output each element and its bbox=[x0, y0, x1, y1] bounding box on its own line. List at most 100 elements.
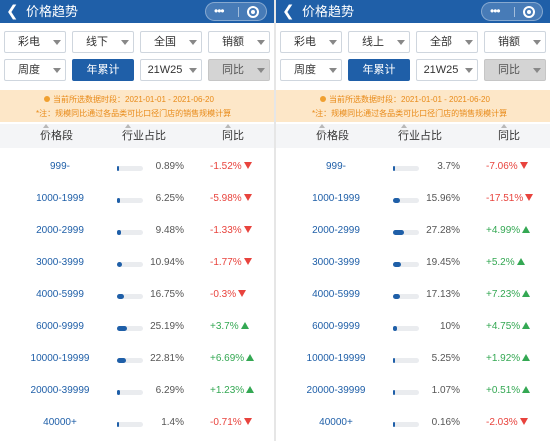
industry-share-value: 17.13% bbox=[426, 289, 460, 300]
screens: ❮ 价格趋势 ••• 彩电 线下 全国 销额 周度 年累计 21W25 同比 当… bbox=[0, 0, 550, 441]
yoy-change: -1.33% bbox=[210, 225, 252, 236]
week-value: 21W25 bbox=[147, 64, 183, 76]
share-bar bbox=[117, 166, 143, 171]
header-bar: ❮ 价格趋势 ••• bbox=[276, 0, 550, 23]
period-type-select[interactable]: 周度 bbox=[4, 59, 66, 81]
price-range-label: 3000-3999 bbox=[312, 257, 360, 268]
chevron-down-icon bbox=[53, 40, 61, 45]
close-target-icon[interactable] bbox=[247, 6, 259, 18]
filter-panel: 彩电 线上 全部 销额 周度 年累计 21W25 同比 bbox=[276, 31, 550, 87]
table-row[interactable]: 999- 0.89% -1.52% bbox=[0, 152, 274, 184]
chevron-down-icon bbox=[465, 40, 473, 45]
yoy-change: +4.75% bbox=[486, 321, 531, 332]
arrow-up-icon bbox=[522, 354, 531, 361]
period-type-select[interactable]: 周度 bbox=[280, 59, 342, 81]
arrow-down-icon bbox=[243, 418, 252, 425]
region-value: 全国 bbox=[154, 36, 176, 48]
yoy-change: -1.52% bbox=[210, 161, 252, 172]
table-row[interactable]: 999- 3.7% -7.06% bbox=[276, 152, 550, 184]
share-bar bbox=[393, 166, 419, 171]
period-type-value: 周度 bbox=[18, 64, 40, 76]
capsule-divider bbox=[238, 7, 239, 17]
share-bar-fill bbox=[393, 326, 398, 331]
share-bar bbox=[117, 326, 143, 331]
notice-footnote: *注：规模同比通过各品类可比口径门店的销售规模计算 bbox=[312, 109, 508, 118]
price-range-label: 10000-19999 bbox=[30, 353, 90, 364]
yoy-value: +3.7% bbox=[210, 321, 239, 332]
share-bar bbox=[393, 390, 419, 395]
share-bar-fill bbox=[393, 262, 402, 267]
table-row[interactable]: 2000-2999 27.28% +4.99% bbox=[276, 216, 550, 248]
table-row[interactable]: 3000-3999 10.94% -1.77% bbox=[0, 248, 274, 280]
share-bar bbox=[117, 390, 143, 395]
channel-select[interactable]: 线下 bbox=[72, 31, 134, 53]
back-icon[interactable]: ❮ bbox=[6, 2, 20, 21]
chevron-down-icon bbox=[397, 40, 405, 45]
table-row[interactable]: 6000-9999 10% +4.75% bbox=[276, 312, 550, 344]
table-row[interactable]: 10000-19999 22.81% +6.69% bbox=[0, 344, 274, 376]
share-bar-fill bbox=[393, 358, 396, 363]
back-icon[interactable]: ❮ bbox=[282, 2, 296, 21]
category-select[interactable]: 彩电 bbox=[280, 31, 342, 53]
close-target-icon[interactable] bbox=[523, 6, 535, 18]
chevron-down-icon bbox=[189, 40, 197, 45]
share-bar-fill bbox=[393, 166, 395, 171]
page-title: 价格趋势 bbox=[26, 4, 79, 19]
metric-select[interactable]: 销额 bbox=[484, 31, 546, 53]
more-icon[interactable]: ••• bbox=[214, 3, 225, 20]
region-select[interactable]: 全部 bbox=[416, 31, 478, 53]
table-row[interactable]: 40000+ 1.4% -0.71% bbox=[0, 408, 274, 440]
notice-footnote: *注：规模同比通过各品类可比口径门店的销售规模计算 bbox=[36, 109, 232, 118]
price-range-label: 999- bbox=[325, 161, 346, 172]
table-row[interactable]: 4000-5999 16.75% -0.3% bbox=[0, 280, 274, 312]
table-row[interactable]: 1000-1999 15.96% -17.51% bbox=[276, 184, 550, 216]
table-row[interactable]: 3000-3999 19.45% +5.2% bbox=[276, 248, 550, 280]
yoy-value: -1.52% bbox=[210, 161, 242, 172]
arrow-up-icon bbox=[246, 354, 255, 361]
share-bar bbox=[117, 230, 143, 235]
industry-share-value: 6.25% bbox=[155, 193, 184, 204]
category-value: 彩电 bbox=[18, 36, 40, 48]
table-row[interactable]: 20000-39999 1.07% +0.51% bbox=[276, 376, 550, 408]
table-row[interactable]: 6000-9999 25.19% +3.7% bbox=[0, 312, 274, 344]
region-select[interactable]: 全国 bbox=[140, 31, 202, 53]
industry-share-value: 5.25% bbox=[431, 353, 460, 364]
yoy-value: -1.33% bbox=[210, 225, 242, 236]
compare-select[interactable]: 同比 bbox=[208, 59, 270, 81]
sort-icon bbox=[501, 124, 508, 134]
yoy-value: +0.51% bbox=[486, 385, 521, 396]
share-bar-fill bbox=[117, 262, 122, 267]
sort-icon bbox=[125, 124, 132, 134]
industry-share-value: 27.28% bbox=[426, 225, 460, 236]
industry-share-value: 0.89% bbox=[155, 161, 184, 172]
cumulative-button[interactable]: 年累计 bbox=[348, 59, 410, 81]
chevron-down-icon bbox=[329, 40, 337, 45]
share-bar-fill bbox=[117, 166, 119, 171]
share-bar-fill bbox=[117, 198, 120, 203]
more-icon[interactable]: ••• bbox=[490, 3, 501, 20]
table-row[interactable]: 2000-2999 9.48% -1.33% bbox=[0, 216, 274, 248]
chevron-down-icon bbox=[189, 68, 197, 73]
channel-select[interactable]: 线上 bbox=[348, 31, 410, 53]
week-select[interactable]: 21W25 bbox=[140, 59, 202, 81]
cumulative-button[interactable]: 年累计 bbox=[72, 59, 134, 81]
screen-online: ❮ 价格趋势 ••• 彩电 线上 全部 销额 周度 年累计 21W25 同比 当… bbox=[276, 0, 550, 441]
table-row[interactable]: 20000-39999 6.29% +1.23% bbox=[0, 376, 274, 408]
yoy-change: +3.7% bbox=[210, 321, 249, 332]
category-select[interactable]: 彩电 bbox=[4, 31, 66, 53]
yoy-value: +5.2% bbox=[486, 257, 515, 268]
table-row[interactable]: 10000-19999 5.25% +1.92% bbox=[276, 344, 550, 376]
arrow-up-icon bbox=[522, 290, 531, 297]
metric-select[interactable]: 销额 bbox=[208, 31, 270, 53]
share-bar bbox=[117, 358, 143, 363]
week-select[interactable]: 21W25 bbox=[416, 59, 478, 81]
table-row[interactable]: 1000-1999 6.25% -5.98% bbox=[0, 184, 274, 216]
compare-value: 同比 bbox=[222, 64, 244, 76]
table-row[interactable]: 40000+ 0.16% -2.03% bbox=[276, 408, 550, 440]
share-bar bbox=[393, 198, 419, 203]
table-row[interactable]: 4000-5999 17.13% +7.23% bbox=[276, 280, 550, 312]
yoy-value: +4.75% bbox=[486, 321, 521, 332]
compare-select[interactable]: 同比 bbox=[484, 59, 546, 81]
data-period-notice: 当前所选数据时段：2021-01-01 - 2021-06-20 *注：规模同比… bbox=[0, 90, 274, 122]
notice-dot-icon bbox=[320, 96, 326, 102]
